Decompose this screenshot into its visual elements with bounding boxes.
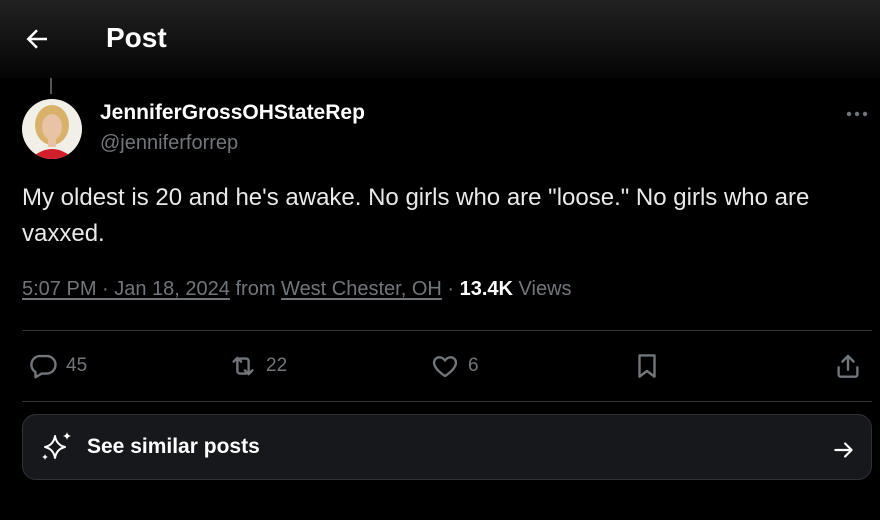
author-handle[interactable]: @jenniferforrep <box>100 132 238 155</box>
share-icon <box>837 354 859 378</box>
like-count: 6 <box>468 355 479 376</box>
views-count: 13.4K <box>459 278 513 300</box>
repost-count: 22 <box>266 355 288 376</box>
page-title: Post <box>106 22 167 53</box>
repost-button[interactable]: 22 <box>228 348 287 384</box>
bookmark-button[interactable] <box>632 348 662 384</box>
post-meta: 5:07 PM · Jan 18, 2024 from West Chester… <box>22 278 572 301</box>
author-display-name[interactable]: JenniferGrossOHStateRep <box>100 101 365 125</box>
post-timestamp-link[interactable]: 5:07 PM · Jan 18, 2024 <box>22 278 230 300</box>
back-arrow-icon[interactable] <box>22 24 52 54</box>
heart-icon <box>432 356 458 378</box>
arrow-right-icon <box>834 442 853 458</box>
thread-line <box>50 78 52 94</box>
from-label: from <box>229 278 282 300</box>
repost-icon <box>232 356 254 376</box>
meta-separator: · <box>441 278 460 300</box>
see-similar-posts-label: See similar posts <box>87 435 260 458</box>
post-text: My oldest is 20 and he's awake. No girls… <box>22 184 810 247</box>
divider-bottom <box>22 401 872 402</box>
share-button[interactable] <box>833 348 863 384</box>
see-similar-posts-button[interactable]: See similar posts <box>22 414 872 480</box>
reply-count: 45 <box>66 355 88 376</box>
like-button[interactable]: 6 <box>430 348 479 384</box>
divider-top <box>22 330 872 331</box>
sparkle-icon <box>42 432 71 460</box>
location-link[interactable]: West Chester, OH <box>281 278 442 300</box>
reply-button[interactable]: 45 <box>28 348 87 384</box>
more-options-icon[interactable] <box>842 104 872 124</box>
speech-bubble-icon <box>30 354 57 379</box>
top-bar: Post <box>0 0 880 78</box>
bookmark-icon <box>638 354 656 378</box>
views-label: Views <box>513 278 572 300</box>
avatar[interactable] <box>22 99 82 159</box>
